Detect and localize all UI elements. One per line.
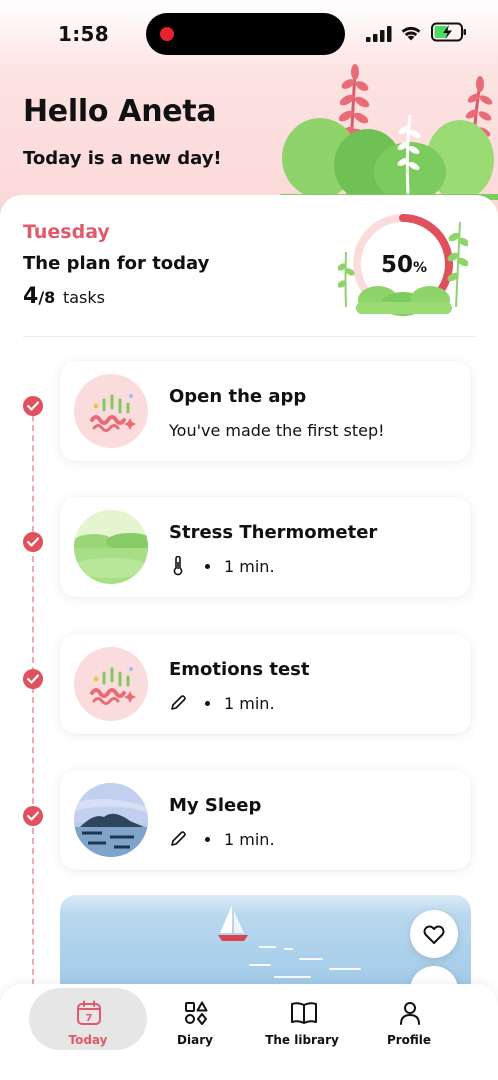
tab-profile[interactable]: Profile	[350, 988, 468, 1050]
task-title: My Sleep	[169, 795, 262, 816]
recording-indicator	[160, 27, 174, 41]
task-card-stress-thermometer[interactable]: Stress Thermometer 1 min.	[60, 497, 471, 597]
meadow-illustration	[74, 510, 148, 584]
day-label: Tuesday	[23, 221, 110, 243]
progress-value: 50	[381, 252, 414, 278]
tab-diary[interactable]: Diary	[136, 988, 254, 1050]
pencil-icon	[171, 831, 186, 846]
calendar-icon: 7	[77, 1000, 101, 1025]
tab-label: The library	[265, 1033, 339, 1047]
task-meta: 1 min.	[169, 692, 275, 714]
task-card-my-sleep[interactable]: My Sleep 1 min.	[60, 770, 471, 870]
task-meta: 1 min.	[169, 828, 275, 850]
tab-library[interactable]: The library	[243, 988, 361, 1050]
greeting-title: Hello Aneta	[23, 94, 217, 129]
tab-label: Profile	[386, 1033, 432, 1047]
book-icon	[291, 1002, 317, 1024]
task-description: You've made the first step!	[169, 421, 385, 440]
progress-percent: 50%	[381, 252, 427, 278]
shapes-icon	[185, 1001, 208, 1025]
progress-unit: %	[413, 260, 428, 276]
pencil-icon	[171, 695, 186, 710]
tab-today[interactable]: 7 Today	[29, 988, 147, 1050]
tasks-total: /8	[38, 288, 56, 307]
tasks-word: tasks	[62, 288, 105, 307]
divider	[23, 336, 475, 337]
meta-separator	[205, 700, 210, 706]
tasks-counter: 4/8 tasks	[23, 284, 105, 309]
meta-separator	[205, 563, 210, 569]
task-check-icon	[23, 669, 43, 689]
tasks-completed: 4	[23, 284, 39, 309]
task-card-open-app[interactable]: Open the app You've made the first step!	[60, 361, 471, 461]
task-duration: 1 min.	[224, 556, 275, 576]
plants-illustration	[280, 64, 498, 200]
task-duration: 1 min.	[224, 829, 275, 849]
favorite-button[interactable]	[410, 910, 458, 958]
meta-separator	[205, 836, 210, 842]
greeting-subtitle: Today is a new day!	[23, 148, 222, 169]
task-title: Open the app	[169, 386, 307, 407]
task-check-icon	[23, 396, 43, 416]
status-bar: 1:58	[0, 0, 498, 62]
night-island-illustration	[74, 783, 148, 857]
heart-icon	[423, 925, 445, 944]
battery-charging-icon	[431, 22, 466, 42]
task-check-icon	[23, 806, 43, 826]
task-duration: 1 min.	[224, 693, 275, 713]
task-title: Stress Thermometer	[169, 522, 378, 543]
tab-label: Diary	[177, 1033, 213, 1047]
calendar-badge: 7	[86, 1013, 93, 1024]
timeline-line	[32, 405, 34, 985]
task-check-icon	[23, 532, 43, 552]
plan-title: The plan for today	[23, 253, 210, 274]
thermometer-icon	[173, 556, 183, 576]
status-time: 1:58	[58, 22, 109, 46]
dynamic-island	[146, 13, 345, 55]
task-card-emotions-test[interactable]: Emotions test 1 min.	[60, 634, 471, 734]
sparkle-illustration	[74, 647, 148, 721]
wifi-icon	[401, 26, 421, 41]
tab-label: Today	[68, 1033, 108, 1047]
person-icon	[400, 1002, 420, 1025]
task-meta: 1 min.	[169, 555, 275, 577]
task-title: Emotions test	[169, 659, 310, 680]
tab-bar: 7 Today Diary The library Profile	[0, 984, 498, 1080]
sparkle-illustration	[74, 374, 148, 448]
signal-icon	[366, 26, 392, 42]
